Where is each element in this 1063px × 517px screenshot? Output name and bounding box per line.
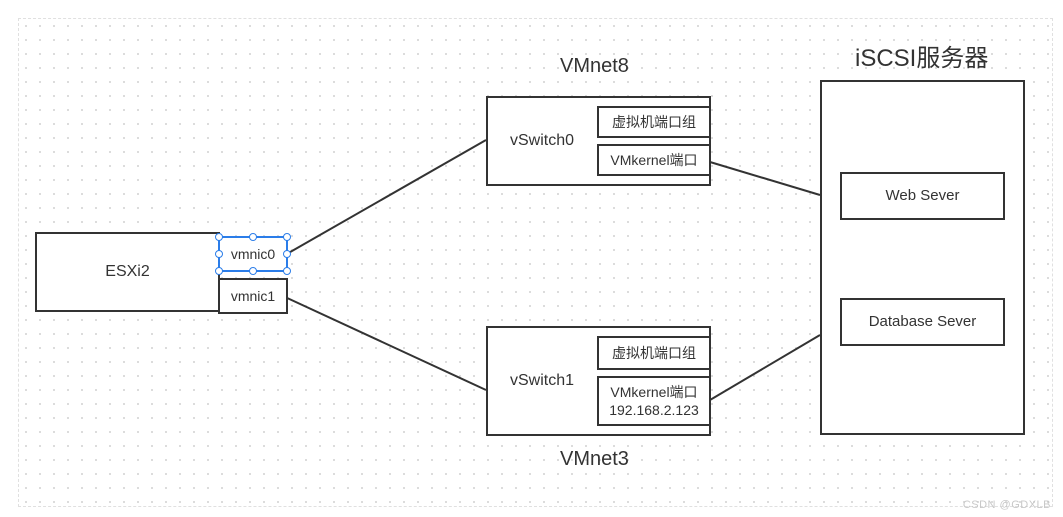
vmnic1[interactable]: vmnic1 xyxy=(218,278,288,314)
vswitch1-vmkernel-label: VMkernel端口 192.168.2.123 xyxy=(609,383,699,419)
selection-handle xyxy=(215,250,223,258)
vmnic0[interactable]: vmnic0 xyxy=(218,236,288,272)
web-server-label: Web Sever xyxy=(886,186,960,206)
selection-handle xyxy=(283,267,291,275)
vswitch1-label: vSwitch1 xyxy=(510,372,574,390)
vmnet3-label: VMnet3 xyxy=(560,448,629,471)
selection-handle xyxy=(249,233,257,241)
selection-handle xyxy=(283,233,291,241)
selection-handle xyxy=(283,250,291,258)
selection-handle xyxy=(215,267,223,275)
vswitch1-portgroup[interactable]: 虚拟机端口组 xyxy=(597,336,711,370)
esxi-host[interactable]: ESXi2 xyxy=(35,232,220,312)
iscsi-server-title: iSCSI服务器 xyxy=(855,38,988,73)
vswitch0-portgroup-label: 虚拟机端口组 xyxy=(612,113,696,131)
vmnic1-label: vmnic1 xyxy=(231,287,275,305)
esxi-label: ESXi2 xyxy=(105,263,149,281)
vswitch0-label: vSwitch0 xyxy=(510,132,574,150)
vmnic0-label: vmnic0 xyxy=(231,245,275,263)
web-server[interactable]: Web Sever xyxy=(840,172,1005,220)
vswitch1-vmkernel[interactable]: VMkernel端口 192.168.2.123 xyxy=(597,376,711,426)
vmnet8-label: VMnet8 xyxy=(560,55,629,78)
selection-handle xyxy=(215,233,223,241)
vswitch0-vmkernel[interactable]: VMkernel端口 xyxy=(597,144,711,176)
vswitch0-portgroup[interactable]: 虚拟机端口组 xyxy=(597,106,711,138)
watermark: CSDN @GDXLB xyxy=(963,499,1051,511)
database-server-label: Database Sever xyxy=(869,312,977,332)
iscsi-server[interactable] xyxy=(820,80,1025,435)
vswitch1-portgroup-label: 虚拟机端口组 xyxy=(612,344,696,362)
vswitch0-vmkernel-label: VMkernel端口 xyxy=(610,151,697,169)
selection-handle xyxy=(249,267,257,275)
database-server[interactable]: Database Sever xyxy=(840,298,1005,346)
